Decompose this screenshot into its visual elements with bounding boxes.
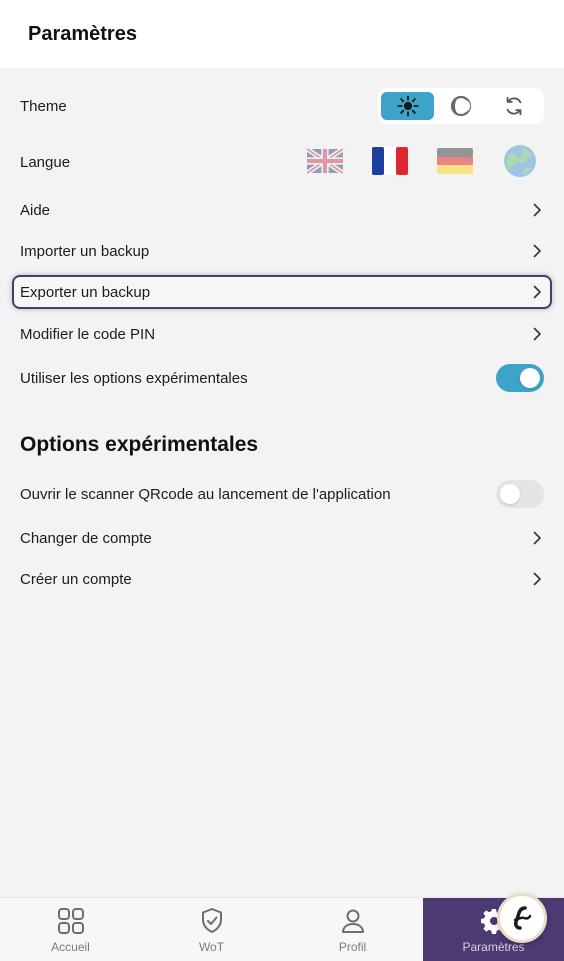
chevron-right-icon [530,572,544,586]
create-account-row[interactable]: Créer un compte [12,562,552,596]
app-header: Paramètres [0,0,564,68]
language-selector [307,143,538,179]
qr-scanner-row: Ouvrir le scanner QRcode au lancement de… [12,477,552,511]
change-pin-label: Modifier le code PIN [20,325,156,343]
language-fr-button[interactable] [372,143,408,179]
language-world-button[interactable] [502,143,538,179]
tab-home-label: Accueil [51,939,90,954]
create-account-label: Créer un compte [20,570,132,588]
language-en-button[interactable] [307,143,343,179]
import-backup-label: Importer un backup [20,242,150,260]
switch-account-label: Changer de compte [20,529,152,547]
experimental-options-label: Utiliser les options expérimentales [20,369,248,387]
language-label: Langue [20,153,71,171]
theme-light-button[interactable] [381,92,435,120]
import-backup-row[interactable]: Importer un backup [12,234,552,268]
tab-home[interactable]: Accueil [0,898,141,961]
export-backup-label: Exporter un backup [20,283,151,301]
sun-icon [397,95,419,117]
moon-icon [450,95,472,117]
user-icon [341,909,364,933]
theme-label: Theme [20,97,67,115]
switch-account-row[interactable]: Changer de compte [12,521,552,555]
experimental-options-toggle[interactable] [496,364,544,392]
tab-wot-label: WoT [198,939,225,954]
export-backup-row[interactable]: Exporter un backup [12,275,552,309]
qr-scanner-label: Ouvrir le scanner QRcode au lancement de… [20,485,391,503]
sync-icon [506,96,522,116]
page-title: Paramètres [28,22,137,45]
bottom-tab-bar: Accueil WoT Profil Paramètres [0,897,564,961]
experimental-section-title: Options expérimentales [20,433,259,456]
de-flag-icon [437,148,473,174]
help-label: Aide [20,201,51,219]
chevron-right-icon [530,203,544,217]
quick-action-button[interactable] [497,893,547,943]
experimental-options-row: Utiliser les options expérimentales [12,361,552,395]
chevron-right-icon [530,244,544,258]
chevron-right-icon [530,285,544,299]
qr-scanner-toggle[interactable] [496,480,544,508]
uk-flag-icon [307,148,343,174]
globe-icon [504,145,536,177]
change-pin-row[interactable]: Modifier le code PIN [12,317,552,351]
grid-icon [57,907,84,934]
toggle-knob [520,368,540,388]
theme-dark-button[interactable] [434,92,487,120]
theme-selector [378,88,544,124]
theme-auto-button[interactable] [488,92,541,120]
language-de-button[interactable] [437,143,473,179]
shield-check-icon [201,907,222,933]
tab-profile[interactable]: Profil [282,898,423,961]
brand-logo-icon [513,906,532,930]
fr-flag-icon [372,147,408,175]
chevron-right-icon [530,531,544,545]
toggle-knob [500,484,520,504]
tab-profile-label: Profil [338,939,367,954]
help-row[interactable]: Aide [12,193,552,227]
chevron-right-icon [530,327,544,341]
tab-wot[interactable]: WoT [141,898,282,961]
